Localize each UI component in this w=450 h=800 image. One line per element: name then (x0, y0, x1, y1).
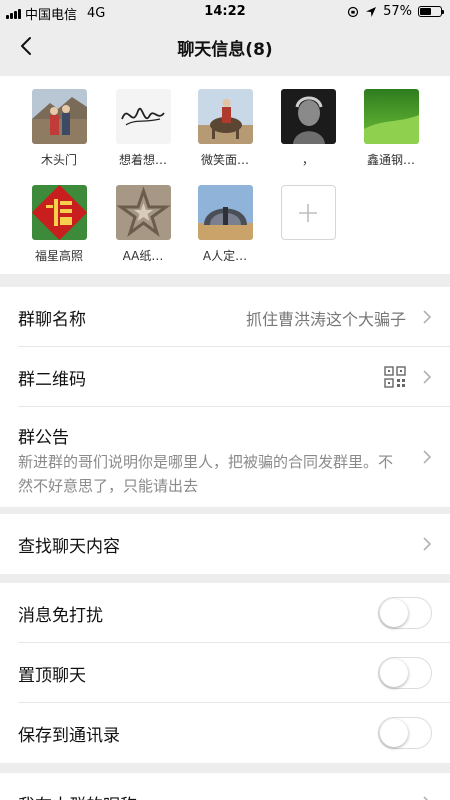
chevron-right-icon (423, 796, 429, 800)
nickname-row[interactable]: 我在本群的昵称 (18, 773, 450, 800)
chevron-right-icon (423, 537, 432, 551)
mute-row: 消息免打扰 (18, 583, 450, 643)
chevron-right-icon (423, 310, 432, 324)
nickname-section: 我在本群的昵称 (0, 773, 450, 800)
toggle-knob (380, 599, 408, 627)
member-grid: 木头门 想着想… 微笑面… ， 鑫通钢… 福星高照 AA纸… A人定… (0, 76, 450, 274)
member-name: 想着想… (118, 153, 167, 167)
battery-fill (420, 8, 432, 15)
pin-chat-row: 置顶聊天 (18, 643, 450, 703)
add-member-button[interactable] (280, 185, 336, 240)
group-name-row[interactable]: 群聊名称 抓住曹洪涛这个大骗子 (18, 287, 450, 347)
member-item[interactable]: ， (265, 89, 351, 168)
location-icon (366, 6, 377, 17)
add-member-item[interactable] (265, 185, 351, 240)
toggle-section: 消息免打扰 置顶聊天 保存到通讯录 (0, 583, 450, 763)
member-name: 福星高照 (34, 249, 83, 263)
search-chat-label: 查找聊天内容 (18, 537, 120, 557)
avatar (197, 185, 253, 240)
member-name: 鑫通钢… (366, 153, 415, 167)
pin-chat-toggle[interactable] (378, 657, 432, 689)
member-item[interactable]: A人定… (182, 185, 268, 264)
chevron-right-icon (423, 450, 432, 464)
qr-code-icon (384, 366, 406, 388)
member-item[interactable]: 木头门 (16, 89, 102, 168)
battery-percent: 57% (383, 4, 412, 19)
search-chat-row[interactable]: 查找聊天内容 (18, 514, 450, 574)
pin-chat-label: 置顶聊天 (18, 666, 86, 686)
page-title: 聊天信息(8) (177, 40, 273, 60)
member-name: 木头门 (40, 153, 77, 167)
battery-icon (418, 6, 444, 17)
member-item[interactable]: 想着想… (100, 89, 186, 168)
orientation-lock-icon (347, 6, 359, 17)
announcement-text: 新进群的哥们说明你是哪里人，把被骗的合同发群里。不然不好意思了，只能请出去 (18, 453, 394, 495)
chevron-right-icon (423, 370, 432, 384)
member-name: ， (301, 153, 314, 167)
status-bar: 中国电信 4G 14:22 57% (0, 0, 450, 24)
avatar (363, 89, 419, 144)
avatar (197, 89, 253, 144)
nickname-label: 我在本群的昵称 (18, 791, 137, 800)
member-item[interactable]: AA纸… (100, 185, 186, 264)
search-section: 查找聊天内容 (0, 514, 450, 574)
member-item[interactable]: 鑫通钢… (348, 89, 434, 168)
nav-bar: 聊天信息(8) (0, 24, 450, 68)
avatar (280, 89, 336, 144)
group-info-section: 群聊名称 抓住曹洪涛这个大骗子 群二维码 群公告 新进群的哥们说明你是哪里人，把… (0, 287, 450, 507)
mute-toggle[interactable] (378, 597, 432, 629)
qr-code-row[interactable]: 群二维码 (18, 347, 450, 407)
status-right: 57% (347, 4, 444, 19)
announcement-label: 群公告 (18, 428, 69, 448)
member-name: AA纸… (122, 249, 164, 263)
save-contacts-toggle[interactable] (378, 717, 432, 749)
toggle-knob (380, 719, 408, 747)
member-item[interactable]: 微笑面… (182, 89, 268, 168)
group-name-label: 群聊名称 (18, 310, 86, 330)
mute-label: 消息免打扰 (18, 606, 103, 626)
avatar (115, 89, 171, 144)
plus-icon (299, 203, 317, 222)
avatar (115, 185, 171, 240)
avatar (31, 89, 87, 144)
group-name-value: 抓住曹洪涛这个大骗子 (245, 310, 406, 329)
toggle-knob (380, 659, 408, 687)
member-item[interactable]: 福星高照 (16, 185, 102, 264)
member-name: A人定… (202, 249, 248, 263)
announcement-row[interactable]: 群公告 新进群的哥们说明你是哪里人，把被骗的合同发群里。不然不好意思了，只能请出… (18, 407, 450, 507)
save-contacts-label: 保存到通讯录 (18, 726, 120, 746)
member-name: 微笑面… (200, 153, 249, 167)
qr-code-label: 群二维码 (18, 370, 86, 390)
avatar (31, 185, 87, 240)
save-contacts-row: 保存到通讯录 (18, 703, 450, 763)
